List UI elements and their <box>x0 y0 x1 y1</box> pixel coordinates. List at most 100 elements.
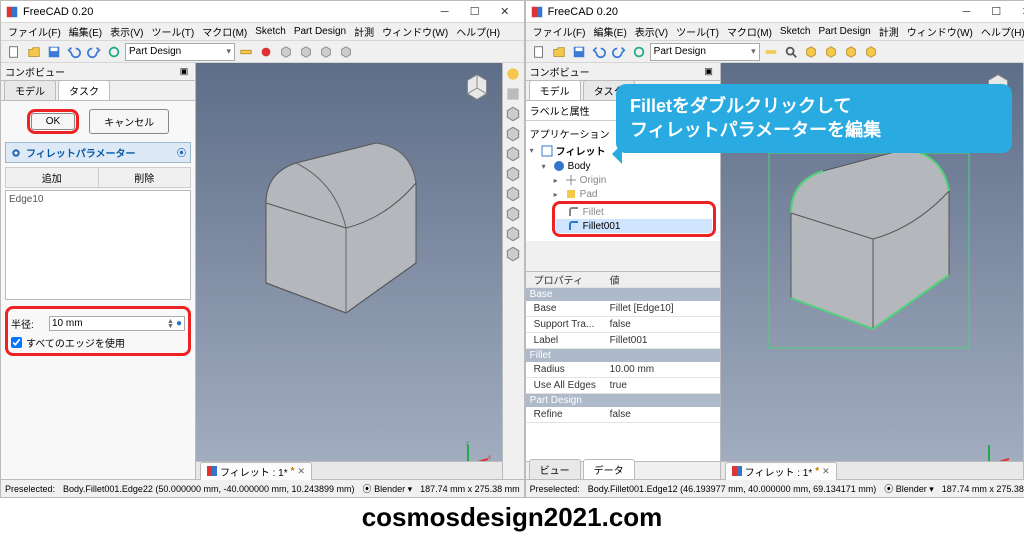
maximize-button[interactable]: ☐ <box>460 1 490 23</box>
workbench-selector[interactable]: Part Design <box>650 43 760 61</box>
prop-refine[interactable]: Refinefalse <box>526 407 720 423</box>
minimize-button[interactable]: ─ <box>951 1 981 23</box>
prop-support[interactable]: Support Tra...false <box>526 317 720 333</box>
undo-icon[interactable] <box>65 43 83 61</box>
panel-close-icon[interactable]: ▣ <box>702 65 716 79</box>
menu-partdesign[interactable]: Part Design <box>291 26 349 37</box>
tree-fillet[interactable]: Fillet <box>556 205 712 219</box>
box2-icon[interactable] <box>297 43 315 61</box>
menu-macro[interactable]: マクロ(M) <box>199 24 250 39</box>
tool-icon[interactable] <box>504 225 522 243</box>
tree-origin[interactable]: ▸Origin <box>530 173 716 187</box>
tab-model[interactable]: モデル <box>4 80 56 100</box>
watermark: cosmosdesign2021.com <box>0 498 1024 533</box>
box-icon[interactable] <box>822 43 840 61</box>
tree-pad[interactable]: ▸Pad <box>530 187 716 201</box>
box4-icon[interactable] <box>337 43 355 61</box>
close-icon[interactable]: ✕ <box>822 466 830 477</box>
document-tab[interactable]: フィレット : 1**✕ <box>725 462 837 480</box>
menu-sketch[interactable]: Sketch <box>252 26 289 37</box>
prop-useall[interactable]: Use All Edgestrue <box>526 378 720 394</box>
redo-icon[interactable] <box>85 43 103 61</box>
remove-button[interactable]: 削除 <box>99 168 191 187</box>
tool-icon[interactable] <box>504 185 522 203</box>
cancel-button[interactable]: キャンセル <box>89 109 169 134</box>
maximize-button[interactable]: ☐ <box>981 1 1011 23</box>
main-toolbar: Part Design <box>1 41 524 63</box>
menubar: ファイル(F) 編集(E) 表示(V) ツール(T) マクロ(M) Sketch… <box>1 23 524 41</box>
box1-icon[interactable] <box>277 43 295 61</box>
freecad-window-left: FreeCAD 0.20 ─ ☐ ✕ ファイル(F) 編集(E) 表示(V) ツ… <box>0 0 525 498</box>
tab-task[interactable]: タスク <box>58 80 110 100</box>
tree-fillet001[interactable]: Fillet001 <box>556 219 712 233</box>
annotation-callout: Filletをダブルクリックして フィレットパラメーターを編集 <box>616 84 1012 153</box>
fillet-icon <box>568 206 580 218</box>
close-icon[interactable]: ✕ <box>298 466 306 477</box>
tab-view[interactable]: ビュー <box>529 459 581 479</box>
tab-data[interactable]: データ <box>583 459 635 479</box>
menu-window[interactable]: ウィンドウ(W) <box>379 24 451 39</box>
statusbar: Preselected: Body.Fillet001.Edge22 (50.0… <box>1 479 524 497</box>
tool-icon[interactable] <box>504 145 522 163</box>
tree-body[interactable]: ▾Body <box>530 159 716 173</box>
measure-icon[interactable] <box>237 43 255 61</box>
new-icon[interactable] <box>5 43 23 61</box>
close-button[interactable]: ✕ <box>490 1 520 23</box>
all-edges-label: すべてのエッジを使用 <box>26 335 125 350</box>
refresh-icon[interactable] <box>105 43 123 61</box>
tool-icon[interactable] <box>504 165 522 183</box>
tool-icon[interactable] <box>504 125 522 143</box>
redo-icon[interactable] <box>610 43 628 61</box>
box-icon[interactable] <box>842 43 860 61</box>
menu-tool[interactable]: ツール(T) <box>148 24 197 39</box>
edge-list[interactable]: Edge10 <box>5 190 191 300</box>
tab-model[interactable]: モデル <box>529 80 581 100</box>
prop-radius[interactable]: Radius10.00 mm <box>526 362 720 378</box>
box-icon[interactable] <box>862 43 880 61</box>
tool-icon[interactable] <box>504 85 522 103</box>
measure-icon[interactable] <box>762 43 780 61</box>
open-icon[interactable] <box>550 43 568 61</box>
close-button[interactable]: ✕ <box>1011 1 1024 23</box>
box-icon[interactable] <box>802 43 820 61</box>
nav-style[interactable]: ⦿ Blender ▾ <box>363 482 413 495</box>
right-toolbar <box>502 63 524 479</box>
prop-base[interactable]: BaseFillet [Edge10] <box>526 301 720 317</box>
save-icon[interactable] <box>570 43 588 61</box>
save-icon[interactable] <box>45 43 63 61</box>
collapse-icon[interactable]: ⦿ <box>177 146 186 159</box>
tool-icon[interactable] <box>504 105 522 123</box>
menu-edit[interactable]: 編集(E) <box>66 24 105 39</box>
panel-close-icon[interactable]: ▣ <box>177 65 191 79</box>
minimize-button[interactable]: ─ <box>430 1 460 23</box>
refresh-icon[interactable] <box>630 43 648 61</box>
document-tab[interactable]: フィレット : 1**✕ <box>200 462 312 480</box>
open-icon[interactable] <box>25 43 43 61</box>
box3-icon[interactable] <box>317 43 335 61</box>
tool-icon[interactable] <box>504 205 522 223</box>
new-icon[interactable] <box>530 43 548 61</box>
3d-model <box>236 133 446 353</box>
svg-text:z: z <box>466 441 469 447</box>
3d-viewport[interactable]: xzy フィレット : 1**✕ <box>196 63 502 479</box>
menu-file[interactable]: ファイル(F) <box>5 24 64 39</box>
ok-button[interactable]: OK <box>31 113 75 130</box>
search-icon[interactable] <box>782 43 800 61</box>
undo-icon[interactable] <box>590 43 608 61</box>
record-icon[interactable] <box>257 43 275 61</box>
combo-view-panel: コンボビュー▣ モデル タスク OK キャンセル フィレットパラメーター ⦿ 追… <box>1 63 196 479</box>
prop-label[interactable]: LabelFillet001 <box>526 333 720 349</box>
nav-style[interactable]: ⦿ Blender ▾ <box>884 482 934 495</box>
tool-icon[interactable] <box>504 65 522 83</box>
tool-icon[interactable] <box>504 245 522 263</box>
add-button[interactable]: 追加 <box>6 168 99 187</box>
workbench-selector[interactable]: Part Design <box>125 43 235 61</box>
menu-help[interactable]: ヘルプ(H) <box>453 24 503 39</box>
app-logo-icon <box>207 466 217 476</box>
all-edges-checkbox[interactable] <box>11 337 22 348</box>
menu-measure[interactable]: 計測 <box>351 24 377 39</box>
menu-view[interactable]: 表示(V) <box>107 24 146 39</box>
fillet-param-header[interactable]: フィレットパラメーター ⦿ <box>5 142 191 163</box>
nav-cube-icon[interactable] <box>458 69 496 107</box>
radius-input[interactable]: 10 mm▲▼● <box>49 316 185 331</box>
